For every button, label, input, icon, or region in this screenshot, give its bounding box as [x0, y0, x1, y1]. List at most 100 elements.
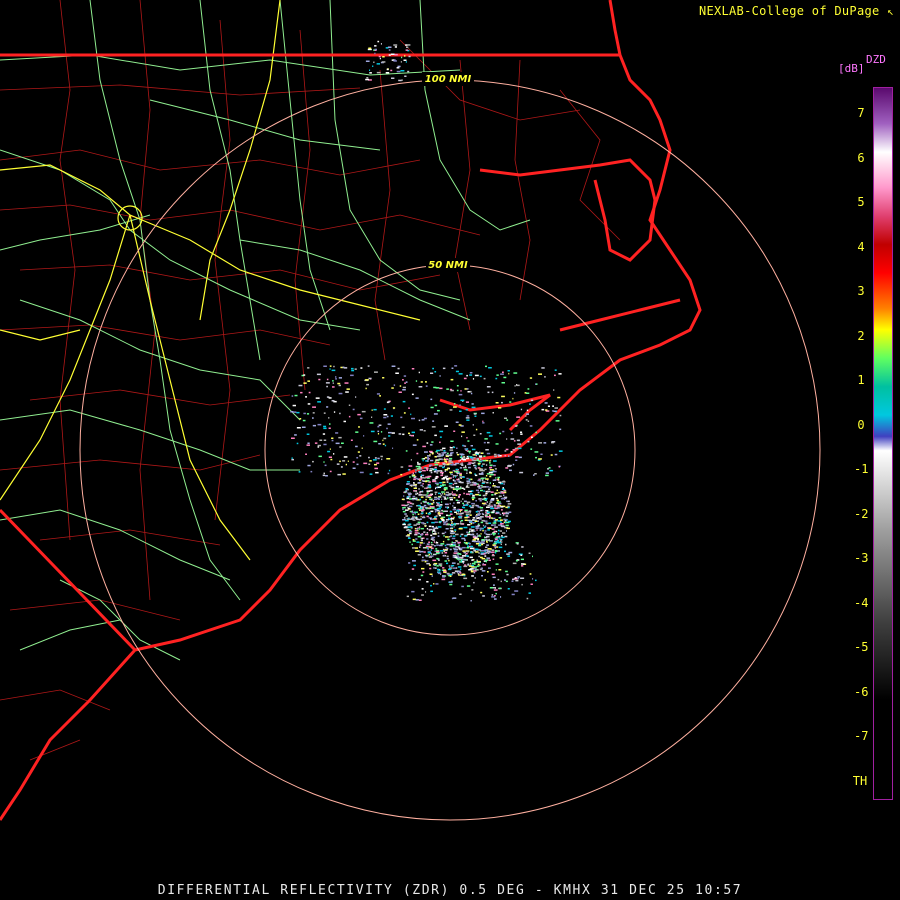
- echo-pixel: [387, 401, 390, 403]
- echo-pixel: [463, 577, 468, 580]
- echo-pixel: [481, 502, 486, 505]
- echo-pixel: [533, 474, 535, 476]
- echo-pixel: [455, 540, 458, 542]
- echo-pixel: [460, 390, 462, 392]
- echo-pixel: [502, 487, 504, 489]
- echo-pixel: [403, 412, 406, 414]
- credit-label[interactable]: NEXLAB-College of DuPage ↖: [699, 4, 894, 18]
- echo-pixel: [496, 499, 499, 502]
- echo-pixel: [490, 473, 495, 476]
- echo-pixel: [484, 532, 486, 534]
- echo-pixel: [470, 445, 473, 447]
- echo-pixel: [418, 578, 421, 581]
- echo-pixel: [420, 509, 425, 511]
- echo-pixel: [437, 535, 440, 537]
- echo-pixel: [373, 408, 377, 411]
- echo-pixel: [426, 468, 429, 470]
- echo-pixel: [424, 456, 427, 459]
- echo-pixel: [392, 447, 394, 449]
- echo-pixel: [401, 56, 403, 59]
- echo-pixel: [454, 530, 456, 533]
- credit-text: NEXLAB-College of DuPage: [698, 4, 880, 18]
- echo-pixel: [454, 471, 459, 473]
- echo-pixel: [326, 378, 329, 381]
- echo-pixel: [541, 367, 545, 369]
- echo-pixel: [412, 560, 416, 562]
- echo-pixel: [451, 530, 454, 532]
- echo-pixel: [481, 479, 484, 481]
- echo-pixel: [461, 435, 463, 438]
- echo-pixel: [464, 535, 467, 537]
- echo-pixel: [422, 483, 424, 485]
- echo-pixel: [402, 506, 406, 509]
- echo-pixel: [488, 471, 493, 474]
- echo-pixel: [423, 417, 427, 420]
- echo-pixel: [432, 527, 435, 529]
- echo-pixel: [470, 506, 474, 509]
- echo-pixel: [489, 517, 491, 519]
- echo-pixel: [501, 492, 505, 494]
- echo-pixel: [432, 529, 436, 531]
- echo-pixel: [335, 442, 340, 445]
- echo-pixel: [459, 410, 462, 412]
- echo-pixel: [425, 554, 428, 557]
- echo-pixel: [445, 546, 448, 549]
- echo-pixel: [441, 509, 443, 512]
- echo-pixel: [462, 456, 466, 458]
- echo-pixel: [454, 529, 457, 531]
- echo-pixel: [488, 435, 493, 437]
- echo-pixel: [307, 380, 310, 382]
- echo-pixel: [438, 514, 441, 517]
- echo-pixel: [448, 568, 452, 571]
- radar-map[interactable]: 100 NMI 50 NMI: [0, 0, 900, 900]
- echo-pixel: [530, 399, 534, 402]
- echo-pixel: [493, 474, 496, 476]
- echo-pixel: [345, 391, 349, 393]
- echo-pixel: [434, 496, 438, 499]
- echo-pixel: [374, 48, 377, 51]
- echo-pixel: [464, 465, 467, 467]
- echo-pixel: [417, 482, 422, 484]
- echo-pixel: [473, 581, 475, 584]
- echo-pixel: [374, 463, 377, 466]
- echo-pixel: [486, 514, 488, 517]
- echo-pixel: [449, 545, 454, 547]
- echo-pixel: [409, 578, 412, 581]
- echo-pixel: [495, 536, 498, 539]
- echo-pixel: [512, 449, 516, 451]
- echo-pixel: [476, 533, 478, 535]
- echo-pixel: [504, 550, 506, 553]
- echo-pixel: [477, 520, 479, 522]
- echo-pixel: [421, 594, 424, 596]
- echo-pixel: [502, 430, 505, 433]
- echo-pixel: [465, 493, 470, 495]
- echo-pixel: [434, 371, 437, 373]
- echo-pixel: [498, 407, 502, 409]
- echo-pixel: [371, 409, 373, 411]
- echo-pixel: [490, 540, 493, 542]
- echo-pixel: [417, 554, 421, 556]
- echo-pixel: [463, 565, 468, 568]
- echo-pixel: [508, 551, 513, 554]
- echo-pixel: [317, 423, 322, 426]
- echo-pixel: [431, 507, 435, 509]
- echo-pixel: [478, 498, 482, 500]
- echo-pixel: [515, 456, 519, 458]
- echo-pixel: [294, 394, 298, 397]
- echo-pixel: [440, 493, 442, 495]
- echo-pixel: [446, 557, 449, 560]
- echo-pixel: [438, 492, 441, 495]
- echo-pixel: [395, 372, 399, 374]
- echo-pixel: [477, 479, 482, 482]
- echo-pixel: [460, 481, 464, 484]
- echo-pixel: [323, 427, 327, 430]
- echo-pixel: [469, 563, 472, 565]
- echo-pixel: [438, 510, 441, 512]
- echo-pixel: [451, 537, 456, 540]
- echo-pixel: [477, 523, 480, 525]
- legend-unit: [dB]: [838, 62, 865, 75]
- echo-pixel: [376, 63, 380, 65]
- echo-pixel: [477, 491, 480, 494]
- echo-pixel: [374, 45, 377, 47]
- echo-pixel: [462, 466, 467, 469]
